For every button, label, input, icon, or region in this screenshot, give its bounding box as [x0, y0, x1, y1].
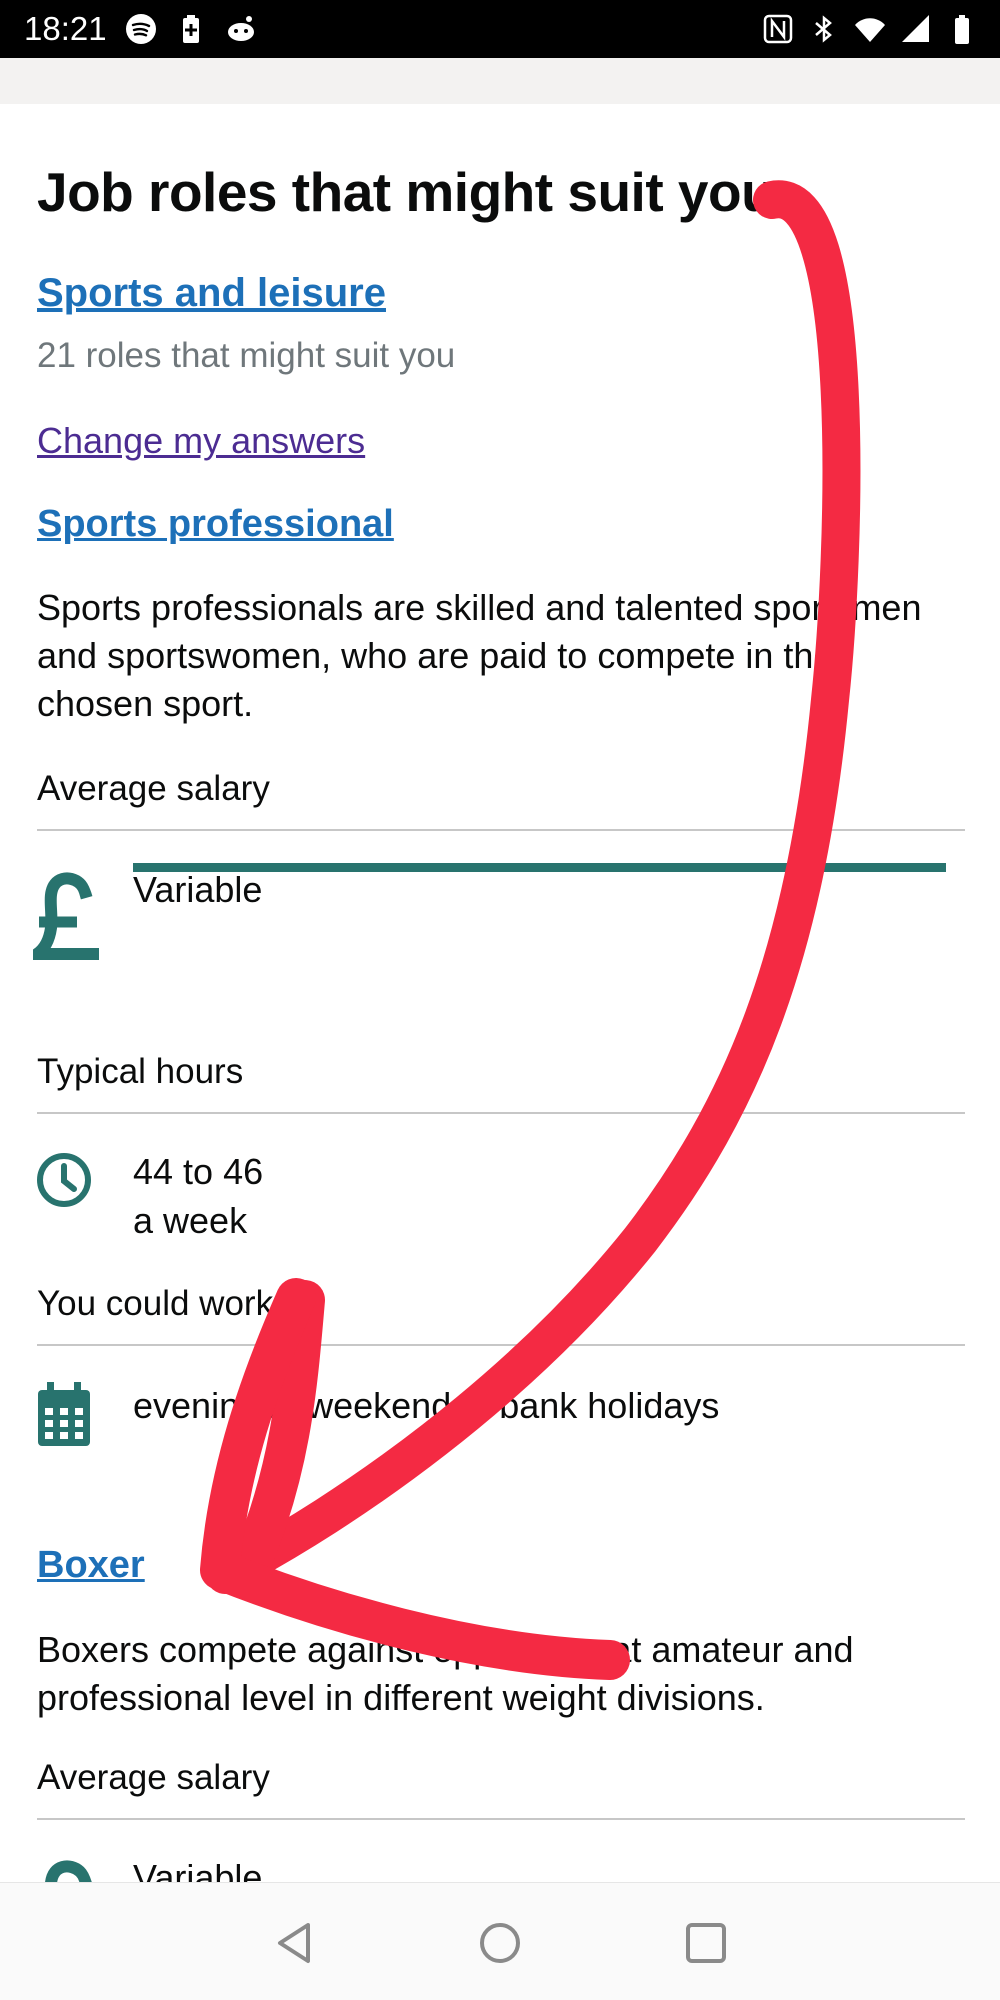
clock-icon	[37, 1153, 91, 1207]
recents-icon[interactable]	[682, 1919, 730, 1967]
page-title: Job roles that might suit you	[37, 161, 775, 223]
divider	[37, 829, 965, 831]
status-bar: 18:21	[0, 0, 1000, 58]
signal-icon	[902, 15, 929, 42]
hours-value-line1: 44 to 46	[133, 1151, 264, 1192]
pound-icon	[45, 1860, 92, 1882]
hours-label: Typical hours	[37, 1052, 244, 1091]
role-description: Boxers compete against opponents at amat…	[37, 1629, 854, 1718]
role-description: Sports professionals are skilled and tal…	[37, 587, 922, 724]
battery-icon	[955, 15, 969, 44]
work-value: evenings / weekends / bank holidays	[133, 1385, 720, 1426]
salary-label: Average salary	[37, 1758, 270, 1797]
salary-value: Variable	[133, 1857, 263, 1882]
salary-value: Variable	[133, 869, 263, 910]
reddit-icon	[227, 16, 254, 41]
back-icon[interactable]	[272, 1919, 320, 1967]
divider	[37, 1344, 965, 1346]
salary-label: Average salary	[37, 769, 270, 808]
main-content[interactable]: Job roles that might suit you Sports and…	[0, 104, 1000, 1882]
role-link-sports-professional[interactable]: Sports professional	[37, 503, 394, 546]
pound-icon	[33, 872, 99, 960]
divider	[37, 1818, 965, 1820]
hours-value-line2: a week	[133, 1200, 248, 1241]
home-icon[interactable]	[476, 1919, 524, 1967]
salary-underline-bar	[133, 863, 946, 872]
spotify-icon	[125, 14, 156, 44]
work-label: You could work	[37, 1284, 274, 1323]
header-strip	[0, 58, 1000, 104]
category-subtitle: 21 roles that might suit you	[37, 336, 456, 375]
role-link-boxer[interactable]: Boxer	[37, 1544, 145, 1587]
calendar-icon	[38, 1382, 90, 1446]
change-answers-link[interactable]: Change my answers	[37, 420, 365, 462]
bluetooth-icon	[815, 15, 832, 43]
divider	[37, 1112, 965, 1114]
nfc-icon	[763, 14, 793, 44]
battery-saver-icon	[182, 15, 199, 43]
status-time: 18:21	[24, 10, 107, 47]
wifi-icon	[855, 18, 885, 42]
android-nav-bar	[0, 1882, 1000, 2000]
category-link[interactable]: Sports and leisure	[37, 271, 386, 316]
